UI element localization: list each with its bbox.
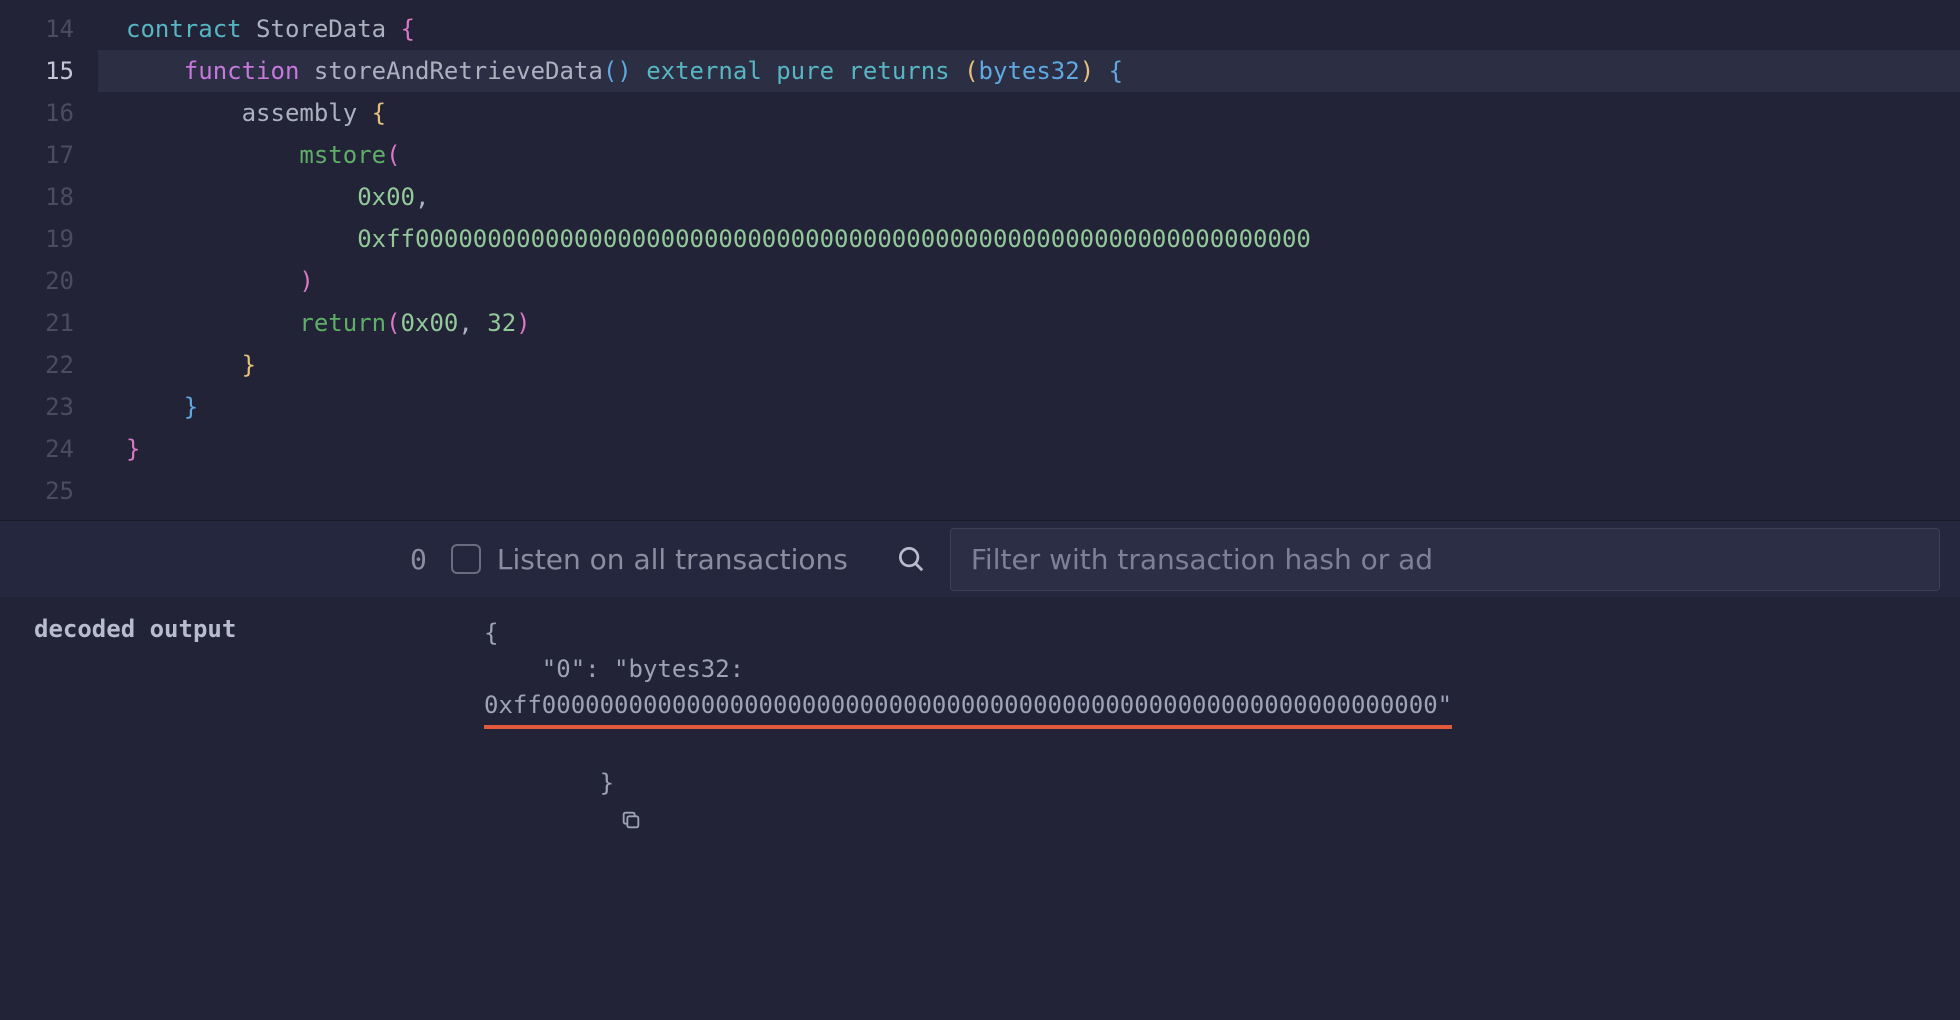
code-token xyxy=(386,15,400,43)
code-token xyxy=(762,57,776,85)
code-line[interactable] xyxy=(98,470,1960,512)
code-area[interactable]: contract StoreData { function storeAndRe… xyxy=(98,0,1960,520)
code-token xyxy=(299,57,313,85)
code-token xyxy=(632,57,646,85)
code-line[interactable]: ) xyxy=(98,260,1960,302)
code-token xyxy=(834,57,848,85)
code-token xyxy=(242,15,256,43)
code-line[interactable]: } xyxy=(98,386,1960,428)
line-number: 20 xyxy=(0,260,98,302)
line-number: 24 xyxy=(0,428,98,470)
code-line[interactable]: assembly { xyxy=(98,92,1960,134)
output-brace-close: } xyxy=(484,729,1926,873)
code-token: storeAndRetrieveData xyxy=(314,57,603,85)
output-key-line: "0": "bytes32: xyxy=(484,651,1926,687)
filter-input[interactable] xyxy=(950,528,1940,591)
code-token: } xyxy=(126,435,140,463)
code-token: function xyxy=(184,57,300,85)
code-line[interactable]: } xyxy=(98,344,1960,386)
code-token: ) xyxy=(299,267,313,295)
panel-toolbar: 0 Listen on all transactions xyxy=(0,521,1960,597)
code-token xyxy=(126,225,357,253)
code-line[interactable]: 0x00, xyxy=(98,176,1960,218)
line-number: 25 xyxy=(0,470,98,512)
line-number: 17 xyxy=(0,134,98,176)
listen-all-checkbox-wrap[interactable]: Listen on all transactions xyxy=(451,543,848,576)
code-token xyxy=(1094,57,1108,85)
line-number: 21 xyxy=(0,302,98,344)
transaction-count: 0 xyxy=(410,543,427,576)
code-token: return xyxy=(299,309,386,337)
line-number: 23 xyxy=(0,386,98,428)
code-token xyxy=(473,309,487,337)
line-number: 22 xyxy=(0,344,98,386)
code-line[interactable]: function storeAndRetrieveData() external… xyxy=(98,50,1960,92)
code-token xyxy=(357,99,371,127)
code-token: { xyxy=(401,15,415,43)
code-token xyxy=(126,57,184,85)
search-icon[interactable] xyxy=(896,544,926,574)
code-editor[interactable]: 141516171819202122232425 contract StoreD… xyxy=(0,0,1960,520)
code-token xyxy=(126,351,242,379)
code-token: , xyxy=(458,309,472,337)
code-token xyxy=(126,183,357,211)
code-line[interactable]: mstore( xyxy=(98,134,1960,176)
output-close-brace-text: } xyxy=(600,769,614,797)
code-token: ( xyxy=(603,57,617,85)
code-token: ( xyxy=(964,57,978,85)
code-token: ) xyxy=(617,57,631,85)
code-token xyxy=(126,393,184,421)
code-token: } xyxy=(184,393,198,421)
code-token: ) xyxy=(1080,57,1094,85)
code-token: 0xff000000000000000000000000000000000000… xyxy=(357,225,1311,253)
code-token: , xyxy=(415,183,429,211)
code-token: } xyxy=(242,351,256,379)
code-token: ) xyxy=(516,309,530,337)
code-line[interactable]: 0xff000000000000000000000000000000000000… xyxy=(98,218,1960,260)
decoded-output-body: { "0": "bytes32: 0xff0000000000000000000… xyxy=(484,615,1926,873)
code-line[interactable]: return(0x00, 32) xyxy=(98,302,1960,344)
code-token: contract xyxy=(126,15,242,43)
code-token: ( xyxy=(386,309,400,337)
code-token: { xyxy=(1109,57,1123,85)
line-number: 15 xyxy=(0,50,98,92)
line-number: 16 xyxy=(0,92,98,134)
code-token: external xyxy=(646,57,762,85)
output-value-underlined: 0xff000000000000000000000000000000000000… xyxy=(484,687,1452,729)
code-token: 0x00 xyxy=(357,183,415,211)
code-token: mstore xyxy=(299,141,386,169)
copy-icon[interactable] xyxy=(620,809,642,831)
code-token xyxy=(950,57,964,85)
line-number: 14 xyxy=(0,8,98,50)
output-brace-open: { xyxy=(484,615,1926,651)
code-token: StoreData xyxy=(256,15,386,43)
code-token xyxy=(126,309,299,337)
code-token xyxy=(126,141,299,169)
code-token: 32 xyxy=(487,309,516,337)
line-number: 18 xyxy=(0,176,98,218)
listen-all-label: Listen on all transactions xyxy=(497,543,848,576)
code-token: returns xyxy=(848,57,949,85)
code-token: ( xyxy=(386,141,400,169)
code-token xyxy=(126,99,242,127)
code-token xyxy=(126,267,299,295)
decoded-output-section: decoded output { "0": "bytes32: 0xff0000… xyxy=(0,597,1960,913)
code-token: pure xyxy=(776,57,834,85)
listen-all-checkbox[interactable] xyxy=(451,544,481,574)
line-number-gutter: 141516171819202122232425 xyxy=(0,0,98,520)
decoded-output-label: decoded output xyxy=(34,615,254,873)
code-token: bytes32 xyxy=(979,57,1080,85)
code-token: assembly xyxy=(242,99,358,127)
code-token: 0x00 xyxy=(401,309,459,337)
code-token: { xyxy=(372,99,386,127)
line-number: 19 xyxy=(0,218,98,260)
output-value-line: 0xff000000000000000000000000000000000000… xyxy=(484,687,1926,729)
code-line[interactable]: contract StoreData { xyxy=(98,8,1960,50)
terminal-panel: 0 Listen on all transactions decoded out… xyxy=(0,520,1960,913)
code-line[interactable]: } xyxy=(98,428,1960,470)
